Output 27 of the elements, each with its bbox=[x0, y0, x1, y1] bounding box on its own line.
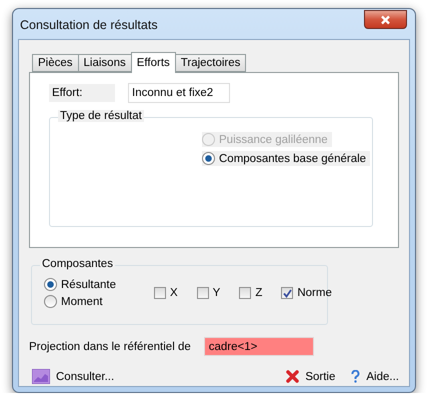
checkbox-option[interactable]: Norme bbox=[281, 286, 336, 300]
checkbox-option[interactable]: Y bbox=[196, 286, 224, 300]
projection-field[interactable]: cadre<1> bbox=[204, 337, 314, 356]
exit-button[interactable]: Sortie bbox=[286, 370, 336, 383]
checkbox-option[interactable]: X bbox=[154, 286, 182, 300]
close-icon bbox=[380, 14, 391, 24]
tab[interactable]: Liaisons bbox=[78, 54, 132, 72]
tab[interactable]: Efforts bbox=[130, 52, 176, 73]
help-button[interactable]: Aide... bbox=[351, 370, 399, 383]
help-icon bbox=[351, 370, 360, 383]
tab[interactable]: Trajectoires bbox=[174, 54, 246, 72]
consult-button[interactable]: Consulter... bbox=[32, 369, 114, 384]
radio-option[interactable]: Moment bbox=[44, 294, 107, 309]
tab[interactable]: Pièces bbox=[32, 54, 79, 72]
checkbox-option[interactable]: Z bbox=[239, 286, 266, 300]
projection-label: Projection dans le référentiel de bbox=[29, 340, 191, 352]
window-title: Consultation de résultats bbox=[20, 18, 158, 32]
radio-option[interactable]: Composantes base générale bbox=[202, 151, 370, 166]
check-icon bbox=[282, 288, 292, 298]
effort-label: Effort: bbox=[49, 84, 115, 102]
chart-icon bbox=[32, 369, 50, 384]
group-title: Type de résultat bbox=[58, 110, 144, 122]
close-button[interactable] bbox=[364, 10, 407, 29]
group-title: Composantes bbox=[40, 258, 115, 270]
effort-field[interactable]: Inconnu et fixe2 bbox=[128, 83, 230, 103]
close-icon bbox=[286, 370, 300, 383]
radio-option[interactable]: Résultante bbox=[44, 277, 120, 292]
